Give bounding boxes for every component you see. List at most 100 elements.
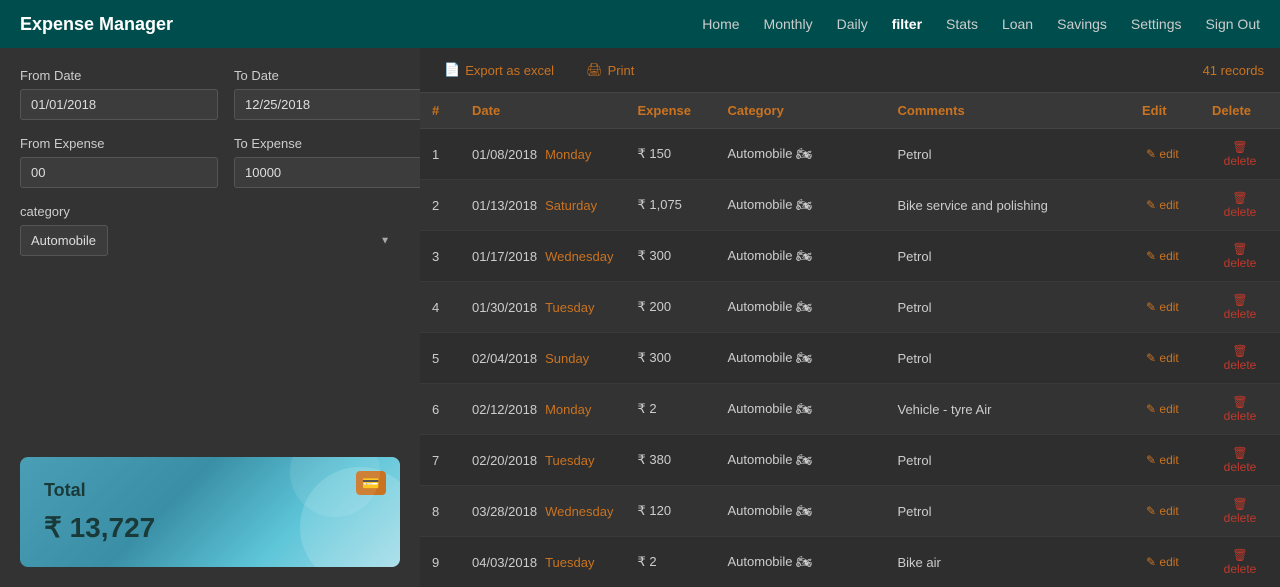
print-label: Print <box>608 63 635 78</box>
cell-edit: ✎ edit <box>1130 486 1200 537</box>
content-area: 📄 Export as excel 🖨 Print 41 records # D… <box>420 48 1280 587</box>
cell-day: Sunday <box>545 351 589 366</box>
delete-button[interactable]: 🗑 delete <box>1212 495 1268 527</box>
cell-category: Automobile 🏍 <box>716 435 886 486</box>
cell-comments: Petrol <box>886 333 1131 384</box>
edit-button[interactable]: ✎ edit <box>1142 451 1183 469</box>
table-header: # Date Expense Category Comments Edit De… <box>420 93 1280 129</box>
expenses-table: # Date Expense Category Comments Edit De… <box>420 93 1280 587</box>
nav-link-monthly[interactable]: Monthly <box>764 16 813 32</box>
edit-button[interactable]: ✎ edit <box>1142 145 1183 163</box>
cell-expense: ₹ 120 <box>626 486 716 537</box>
col-header-delete: Delete <box>1200 93 1280 129</box>
to-expense-input[interactable] <box>234 157 432 188</box>
edit-button[interactable]: ✎ edit <box>1142 502 1183 520</box>
table-header-row: # Date Expense Category Comments Edit De… <box>420 93 1280 129</box>
cell-delete: 🗑 delete <box>1200 537 1280 587</box>
delete-button[interactable]: 🗑 delete <box>1212 342 1268 374</box>
edit-button[interactable]: ✎ edit <box>1142 196 1183 214</box>
nav-link-home[interactable]: Home <box>702 16 739 32</box>
edit-button[interactable]: ✎ edit <box>1142 553 1183 571</box>
delete-button[interactable]: 🗑 delete <box>1212 393 1268 425</box>
cell-date: 03/28/2018Wednesday <box>460 486 626 537</box>
category-select[interactable]: Automobile Food Travel Shopping Health <box>20 225 108 256</box>
table-body: 1 01/08/2018Monday ₹ 150 Automobile 🏍 Pe… <box>420 129 1280 587</box>
from-expense-group: From Expense <box>20 136 218 188</box>
cell-num: 2 <box>420 180 460 231</box>
date-row: From Date To Date <box>20 68 400 120</box>
col-header-num: # <box>420 93 460 129</box>
sidebar: From Date To Date From Expense To Expens… <box>0 48 420 587</box>
col-header-comments: Comments <box>886 93 1131 129</box>
edit-button[interactable]: ✎ edit <box>1142 247 1183 265</box>
nav-link-sign-out[interactable]: Sign Out <box>1206 16 1260 32</box>
cell-comments: Bike service and polishing <box>886 180 1131 231</box>
print-button[interactable]: 🖨 Print <box>578 58 642 82</box>
col-header-category: Category <box>716 93 886 129</box>
cell-comments: Petrol <box>886 282 1131 333</box>
cell-date: 02/04/2018Sunday <box>460 333 626 384</box>
cell-date: 01/13/2018Saturday <box>460 180 626 231</box>
cell-comments: Vehicle - tyre Air <box>886 384 1131 435</box>
cell-num: 6 <box>420 384 460 435</box>
export-excel-button[interactable]: 📄 Export as excel <box>436 58 562 82</box>
export-icon: 📄 <box>444 62 460 78</box>
table-wrapper: # Date Expense Category Comments Edit De… <box>420 93 1280 587</box>
cell-day: Monday <box>545 402 591 417</box>
cell-expense: ₹ 380 <box>626 435 716 486</box>
cell-edit: ✎ edit <box>1130 333 1200 384</box>
to-expense-group: To Expense <box>234 136 432 188</box>
cell-delete: 🗑 delete <box>1200 180 1280 231</box>
to-date-label: To Date <box>234 68 432 83</box>
cell-expense: ₹ 150 <box>626 129 716 180</box>
cell-day: Tuesday <box>545 300 594 315</box>
col-header-expense: Expense <box>626 93 716 129</box>
cell-day: Wednesday <box>545 504 613 519</box>
table-row: 4 01/30/2018Tuesday ₹ 200 Automobile 🏍 P… <box>420 282 1280 333</box>
cell-expense: ₹ 300 <box>626 333 716 384</box>
cell-category: Automobile 🏍 <box>716 333 886 384</box>
delete-button[interactable]: 🗑 delete <box>1212 291 1268 323</box>
edit-button[interactable]: ✎ edit <box>1142 298 1183 316</box>
to-date-input[interactable] <box>234 89 432 120</box>
cell-day: Monday <box>545 147 591 162</box>
from-expense-input[interactable] <box>20 157 218 188</box>
cell-date: 01/08/2018Monday <box>460 129 626 180</box>
cell-delete: 🗑 delete <box>1200 384 1280 435</box>
cell-category: Automobile 🏍 <box>716 180 886 231</box>
delete-button[interactable]: 🗑 delete <box>1212 240 1268 272</box>
nav-link-settings[interactable]: Settings <box>1131 16 1182 32</box>
cell-expense: ₹ 2 <box>626 384 716 435</box>
nav-link-daily[interactable]: Daily <box>837 16 868 32</box>
cell-num: 1 <box>420 129 460 180</box>
cell-delete: 🗑 delete <box>1200 435 1280 486</box>
cell-comments: Petrol <box>886 486 1131 537</box>
nav-link-loan[interactable]: Loan <box>1002 16 1033 32</box>
delete-button[interactable]: 🗑 delete <box>1212 189 1268 221</box>
cell-delete: 🗑 delete <box>1200 282 1280 333</box>
delete-button[interactable]: 🗑 delete <box>1212 138 1268 170</box>
cell-comments: Petrol <box>886 435 1131 486</box>
cell-delete: 🗑 delete <box>1200 129 1280 180</box>
delete-button[interactable]: 🗑 delete <box>1212 546 1268 578</box>
cell-date: 04/03/2018Tuesday <box>460 537 626 587</box>
cell-category: Automobile 🏍 <box>716 282 886 333</box>
nav-link-savings[interactable]: Savings <box>1057 16 1107 32</box>
category-label: category <box>20 204 400 219</box>
cell-edit: ✎ edit <box>1130 384 1200 435</box>
delete-button[interactable]: 🗑 delete <box>1212 444 1268 476</box>
wallet-icon: 💳 <box>356 471 386 495</box>
nav-links: Home Monthly Daily filter Stats Loan Savings Se… <box>702 16 1260 32</box>
cell-edit: ✎ edit <box>1130 180 1200 231</box>
cell-category: Automobile 🏍 <box>716 486 886 537</box>
cell-day: Tuesday <box>545 453 594 468</box>
table-row: 2 01/13/2018Saturday ₹ 1,075 Automobile … <box>420 180 1280 231</box>
nav-link-filter[interactable]: filter <box>892 16 922 32</box>
table-row: 7 02/20/2018Tuesday ₹ 380 Automobile 🏍 P… <box>420 435 1280 486</box>
cell-date: 02/20/2018Tuesday <box>460 435 626 486</box>
edit-button[interactable]: ✎ edit <box>1142 400 1183 418</box>
total-amount: ₹ 13,727 <box>44 511 376 544</box>
nav-link-stats[interactable]: Stats <box>946 16 978 32</box>
from-date-input[interactable] <box>20 89 218 120</box>
edit-button[interactable]: ✎ edit <box>1142 349 1183 367</box>
